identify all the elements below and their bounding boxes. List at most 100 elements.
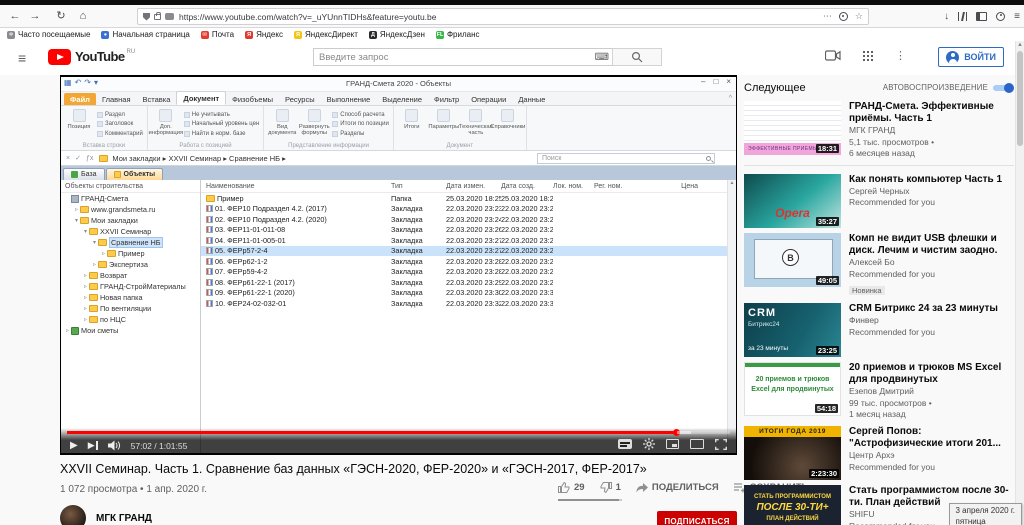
table-row[interactable]: 02. ФЕР10 Подраздел 4.2. (2020) Закладка 2… xyxy=(201,214,736,225)
create-video-icon[interactable] xyxy=(825,50,841,61)
tree-collapsed-icon[interactable]: ▹ xyxy=(100,250,107,257)
video-item-title[interactable]: 20 приемов и трюков MS Excel для продвин… xyxy=(849,362,1014,386)
tree-collapsed-icon[interactable]: ▹ xyxy=(82,316,89,323)
tree-collapsed-icon[interactable]: ▹ xyxy=(64,327,71,334)
signin-button[interactable]: ВОЙТИ xyxy=(938,47,1004,67)
up-next-video-item[interactable]: B 49:05 Комп не видит USB флешки и диск. Л… xyxy=(744,232,1014,298)
video-thumbnail[interactable]: Opera 35:27 xyxy=(744,173,841,228)
search-input[interactable]: Введите запрос ⌨ xyxy=(313,48,613,66)
miniplayer-icon[interactable] xyxy=(666,439,679,449)
column-header[interactable]: Лок. ном. xyxy=(553,183,594,190)
tree-item[interactable]: ▾ Мои закладки xyxy=(61,215,200,226)
video-player[interactable]: ▦ ↶ ↷ ▾ ГРАНД-Смета 2020 - Объекты – □ ×… xyxy=(60,75,737,455)
tree-item[interactable]: ▹ Пример xyxy=(61,248,200,259)
column-header[interactable]: Цена xyxy=(636,183,698,190)
video-item-title[interactable]: Сергей Попов: "Астрофизические итоги 201… xyxy=(849,426,1014,450)
tree-item[interactable]: ▾ XXVII Семинар xyxy=(61,226,200,237)
video-thumbnail[interactable]: ИТОГИ ГОДА 2019 2:23:30 xyxy=(744,425,841,480)
channel-name[interactable]: МГК ГРАНД xyxy=(96,513,152,524)
up-next-video-item[interactable]: ЭФФЕКТИВНЫЕ ПРИЕМЫ 18:31 ГРАНД-Смета. Эффе… xyxy=(744,101,1014,160)
tree-collapsed-icon[interactable]: ▹ xyxy=(91,261,98,268)
tracking-shield-icon[interactable] xyxy=(143,12,150,21)
theater-mode-icon[interactable] xyxy=(690,439,704,449)
video-item-title[interactable]: Комп не видит USB флешки и диск. Лечим и… xyxy=(849,233,1014,257)
tree-expanded-icon[interactable]: ▾ xyxy=(91,239,98,246)
video-item-title[interactable]: Как понять компьютер Часть 1 xyxy=(849,174,1014,186)
tree-item[interactable]: ▹ по НЦС xyxy=(61,314,200,325)
up-next-video-item[interactable]: Opera 35:27 Как понять компьютер Часть 1 Се… xyxy=(744,173,1014,228)
search-button[interactable] xyxy=(612,48,662,66)
tree-item[interactable]: ▹ Возврат xyxy=(61,270,200,281)
table-row[interactable]: 10. ФЕР24-02-032-01 Закладка 22.03.2020 23… xyxy=(201,298,736,309)
column-header[interactable]: Рег. ном. xyxy=(594,183,636,190)
downloads-icon[interactable]: ↓ xyxy=(944,11,949,22)
table-row[interactable]: Пример Папка 25.03.2020 18:25 25.03.2020 18… xyxy=(201,193,736,204)
video-thumbnail[interactable]: CRM Битрикс24 за 23 минуты 23:25 xyxy=(744,303,841,358)
back-icon[interactable]: ← xyxy=(6,8,24,24)
column-header[interactable]: Наименование xyxy=(201,183,391,190)
lock-icon[interactable] xyxy=(154,11,161,20)
subtitles-icon[interactable] xyxy=(618,439,632,449)
share-button[interactable]: ПОДЕЛИТЬСЯ xyxy=(636,482,719,493)
bookmark-item[interactable]: ✲ Часто посещаемые xyxy=(7,30,90,39)
table-row[interactable]: 06. ФЕРр62-1-2 Закладка 22.03.2020 23:28 22… xyxy=(201,256,736,267)
tree-item[interactable]: ГРАНД-Смета xyxy=(61,193,200,204)
table-row[interactable]: 04. ФЕР11-01-005-01 Закладка 22.03.2020 23… xyxy=(201,235,736,246)
progress-bar[interactable] xyxy=(67,429,730,436)
next-button[interactable]: ▶ xyxy=(88,440,98,451)
youtube-logo[interactable]: YouTube RU xyxy=(48,49,135,65)
bookmark-item[interactable]: Д ЯндексДзен xyxy=(368,30,425,39)
bookmark-item[interactable]: Я Яндекс xyxy=(245,30,283,39)
table-row[interactable]: 09. ФЕРр61-22-1 (2020) Закладка 22.03.2020… xyxy=(201,288,736,299)
home-icon[interactable]: ⌂ xyxy=(74,8,92,24)
tree-expanded-icon[interactable]: ▾ xyxy=(73,217,80,224)
tree-item[interactable]: ▹ Экспертиза xyxy=(61,259,200,270)
fullscreen-icon[interactable] xyxy=(715,438,727,450)
reload-icon[interactable]: ↻ xyxy=(52,8,70,24)
column-header[interactable]: Дата измен. xyxy=(446,183,501,190)
autoplay-toggle[interactable] xyxy=(993,82,1014,93)
bookmark-item[interactable]: FL Фриланс xyxy=(435,30,480,39)
table-row[interactable]: 03. ФЕР11-01-011-08 Закладка 22.03.2020 23… xyxy=(201,225,736,236)
video-item-title[interactable]: ГРАНД-Смета. Эффективные приёмы. Часть 1 xyxy=(849,101,1014,125)
guide-menu-icon[interactable]: ≡ xyxy=(18,50,26,66)
tree-collapsed-icon[interactable]: ▹ xyxy=(82,305,89,312)
sidebars-icon[interactable] xyxy=(976,11,988,21)
like-button[interactable]: 29 xyxy=(558,482,585,493)
bookmark-item[interactable]: ✉ Почта xyxy=(200,30,234,39)
tree-collapsed-icon[interactable]: ▹ xyxy=(73,206,80,213)
table-row[interactable]: 07. ФЕРр59-4-2 Закладка 22.03.2020 23:28 22… xyxy=(201,267,736,278)
tree-item[interactable]: ▹ По вентиляции xyxy=(61,303,200,314)
table-row[interactable]: 05. ФЕРр57-2-4 Закладка 22.03.2020 23:27 22… xyxy=(201,245,736,256)
keyboard-icon[interactable]: ⌨ xyxy=(595,52,609,63)
column-header[interactable]: Тип xyxy=(391,183,446,190)
scrollbar-thumb[interactable] xyxy=(1017,51,1023,146)
tree-collapsed-icon[interactable]: ▹ xyxy=(82,283,89,290)
page-actions-icon[interactable]: ⋯ xyxy=(823,11,832,22)
apps-grid-icon[interactable] xyxy=(863,50,873,61)
tree-item[interactable]: ▾ Сравнение НБ xyxy=(61,237,200,248)
up-next-video-item[interactable]: ИТОГИ ГОДА 2019 2:23:30 Сергей Попов: "Аст… xyxy=(744,425,1014,480)
channel-avatar[interactable] xyxy=(60,505,86,525)
tree-item[interactable]: ▹ Мои сметы xyxy=(61,325,200,336)
subscribe-button[interactable]: ПОДПИСАТЬСЯ xyxy=(657,511,737,525)
url-text[interactable]: https://www.youtube.com/watch?v=_uYUnnTI… xyxy=(179,12,823,22)
video-thumbnail[interactable]: B 49:05 xyxy=(744,232,841,287)
library-icon[interactable] xyxy=(958,11,968,21)
forward-icon[interactable]: → xyxy=(26,8,44,24)
bookmark-item[interactable]: Я ЯндексДирект xyxy=(293,30,358,39)
volume-icon[interactable] xyxy=(107,440,121,451)
pocket-icon[interactable] xyxy=(838,12,848,21)
tree-expanded-icon[interactable]: ▾ xyxy=(82,228,89,235)
up-next-video-item[interactable]: 20 приемов и трюков Excel для продвинуты… xyxy=(744,362,1014,421)
page-scrollbar[interactable]: ▲ xyxy=(1015,41,1024,525)
up-next-video-item[interactable]: CRM Битрикс24 за 23 минуты 23:25 CRM Битрикс… xyxy=(744,303,1014,358)
play-button[interactable]: ▶ xyxy=(70,440,78,451)
video-item-title[interactable]: CRM Битрикс 24 за 23 минуты xyxy=(849,303,1014,315)
account-icon[interactable] xyxy=(996,11,1006,21)
youtube-settings-dots-icon[interactable]: ⋮ xyxy=(895,49,906,62)
video-thumbnail[interactable]: СТАТЬ ПРОГРАММИСТОМ ПОСЛЕ 30-ТИ+ ПЛАН ДЕЙС… xyxy=(744,484,841,525)
dislike-button[interactable]: 1 xyxy=(600,482,621,493)
scrollbar-up-icon[interactable]: ▲ xyxy=(1016,42,1024,48)
table-row[interactable]: 01. ФЕР10 Подраздел 4.2. (2017) Закладка 2… xyxy=(201,204,736,215)
